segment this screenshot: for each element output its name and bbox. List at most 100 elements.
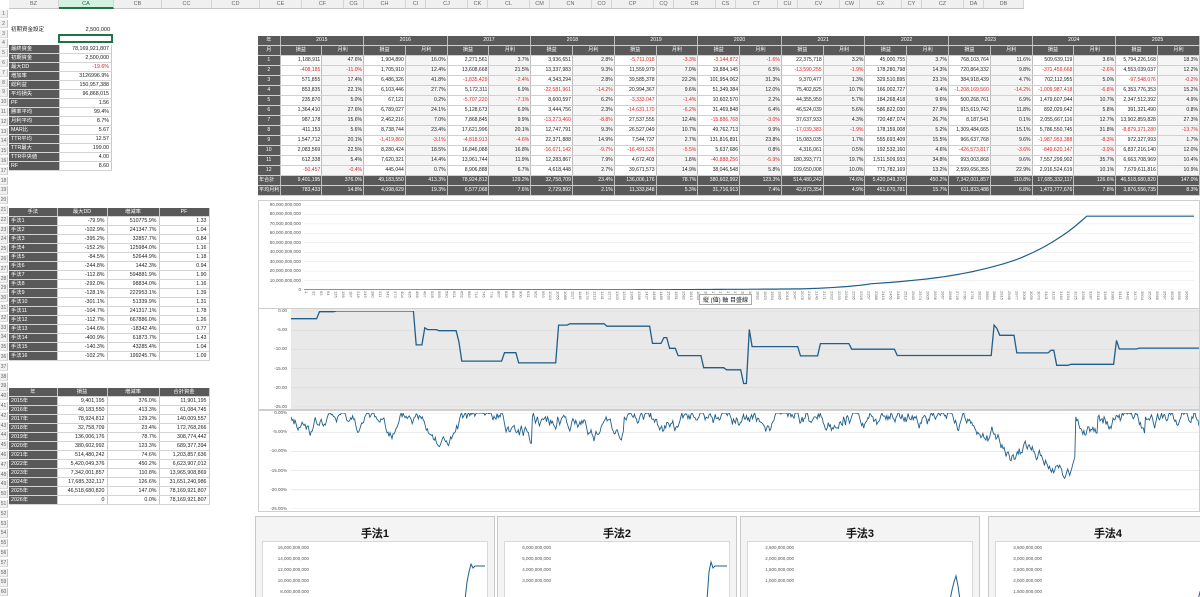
row-header[interactable]: 22 [0, 215, 8, 225]
row-header[interactable]: 34 [0, 333, 8, 342]
row-header[interactable]: 41 [0, 402, 8, 411]
initial-capital-input[interactable]: 2,500,000 [59, 26, 112, 34]
method-chart-pane[interactable]: 手法1 16,000,000,000 14,000,000,000 12,000,00… [255, 516, 495, 597]
row-header[interactable]: 16 [0, 157, 8, 166]
row-header[interactable]: 30 [0, 294, 8, 303]
row-header[interactable]: 47 [0, 460, 8, 470]
row-header[interactable]: 17 [0, 166, 8, 176]
row-header[interactable]: 54 [0, 529, 8, 538]
row-header[interactable]: 53 [0, 519, 8, 528]
column-header-cn[interactable]: CN [550, 0, 592, 9]
row-header[interactable]: 50 [0, 490, 8, 499]
row-header[interactable]: 1 [0, 10, 8, 19]
row-header[interactable]: 11 [0, 108, 8, 117]
column-header-cv[interactable]: CV [798, 0, 840, 9]
column-header-ck[interactable]: CK [468, 0, 488, 9]
row-header[interactable]: 14 [0, 137, 8, 146]
row-header[interactable]: 25 [0, 245, 8, 254]
column-header-cj[interactable]: CJ [426, 0, 468, 9]
column-header-ce[interactable]: CE [260, 0, 302, 9]
method-chart-pane[interactable]: 手法4 3,500,000,000 3,000,000,000 2,500,000,0… [988, 516, 1200, 597]
row-header[interactable]: 40 [0, 392, 8, 401]
row-header[interactable]: 32 [0, 313, 8, 323]
column-header-cq[interactable]: CQ [654, 0, 674, 9]
method-chart-plot: 3,500,000,000 3,000,000,000 2,500,000,000 2… [995, 541, 1200, 597]
column-header-cx[interactable]: CX [860, 0, 902, 9]
column-header-cw[interactable]: CW [840, 0, 860, 9]
column-header-cz[interactable]: CZ [922, 0, 964, 9]
column-header-cs[interactable]: CS [716, 0, 736, 9]
row-header[interactable]: 52 [0, 509, 8, 519]
row-header[interactable]: 4 [0, 39, 8, 48]
row-header[interactable]: 31 [0, 304, 8, 313]
column-header-bz[interactable]: BZ [9, 0, 59, 9]
row-header[interactable]: 56 [0, 549, 8, 558]
row-header[interactable]: 45 [0, 441, 8, 450]
row-header[interactable]: 9 [0, 88, 8, 97]
row-header[interactable]: 49 [0, 480, 8, 489]
row-header[interactable]: 28 [0, 274, 8, 283]
column-header-ci[interactable]: CI [406, 0, 426, 9]
row-header[interactable]: 5 [0, 49, 8, 58]
row-header[interactable]: 37 [0, 362, 8, 372]
row-header[interactable]: 38 [0, 372, 8, 381]
row-header[interactable]: 15 [0, 147, 8, 156]
column-header-cy[interactable]: CY [902, 0, 922, 9]
column-header-cb[interactable]: CB [114, 0, 162, 9]
row-header[interactable]: 33 [0, 323, 8, 332]
column-header-cg[interactable]: CG [344, 0, 364, 9]
row-header[interactable]: 23 [0, 225, 8, 234]
row-header[interactable]: 12 [0, 117, 8, 127]
column-header-cl[interactable]: CL [488, 0, 530, 9]
row-header[interactable]: 13 [0, 127, 8, 136]
row-header[interactable]: 51 [0, 500, 8, 509]
row-header[interactable]: 21 [0, 206, 8, 215]
equity-curve-chart[interactable]: 90,000,000,000 80,000,000,000 70,000,000,0… [258, 200, 1200, 310]
row-header[interactable]: 24 [0, 235, 8, 244]
row-header[interactable]: 35 [0, 343, 8, 352]
row-header[interactable]: 48 [0, 470, 8, 479]
column-header-cp[interactable]: CP [612, 0, 654, 9]
drawdown-chart[interactable]: 0.00 -5.00 -10.00 -15.00 -20.00 -25.00 [258, 308, 1200, 410]
row-header[interactable]: 60 [0, 588, 8, 597]
row-header[interactable]: 2 [0, 19, 8, 29]
row-header[interactable]: 3 [0, 29, 8, 38]
row-header[interactable]: 29 [0, 284, 8, 293]
row-header[interactable]: 10 [0, 98, 8, 107]
column-header-cc[interactable]: CC [162, 0, 212, 9]
column-header-cd[interactable]: CD [212, 0, 260, 9]
row-header[interactable]: 20 [0, 196, 8, 205]
row-header[interactable]: 55 [0, 539, 8, 548]
row-header[interactable]: 36 [0, 353, 8, 362]
active-cell-cursor[interactable] [58, 34, 113, 43]
method-chart-pane[interactable]: 手法3 2,500,000,000 2,000,000,000 1,500,000,0… [740, 516, 980, 597]
column-header-cm[interactable]: CM [530, 0, 550, 9]
column-header-db[interactable]: DB [984, 0, 1024, 9]
row-header[interactable]: 46 [0, 451, 8, 460]
row-header[interactable]: 58 [0, 568, 8, 577]
row-header[interactable]: 26 [0, 255, 8, 264]
equity-x-tick: 1055 [555, 291, 561, 300]
row-header[interactable]: 27 [0, 264, 8, 274]
method-chart-pane[interactable]: 手法2 6,000,000,000 5,000,000,000 4,000,000,0… [497, 516, 737, 597]
row-header[interactable]: 44 [0, 431, 8, 440]
column-header-da[interactable]: DA [964, 0, 984, 9]
column-header-cu[interactable]: CU [778, 0, 798, 9]
row-header[interactable]: 57 [0, 558, 8, 568]
row-header[interactable]: 39 [0, 382, 8, 391]
row-header[interactable]: 18 [0, 176, 8, 185]
column-header-ch[interactable]: CH [364, 0, 406, 9]
row-header[interactable]: 42 [0, 411, 8, 421]
column-header-cr[interactable]: CR [674, 0, 716, 9]
column-header-co[interactable]: CO [592, 0, 612, 9]
column-header-ct[interactable]: CT [736, 0, 778, 9]
column-header-cf[interactable]: CF [302, 0, 344, 9]
row-header[interactable]: 43 [0, 421, 8, 430]
row-header[interactable]: 19 [0, 186, 8, 195]
row-header[interactable]: 6 [0, 59, 8, 68]
row-header[interactable]: 59 [0, 578, 8, 587]
column-header-ca[interactable]: CA [59, 0, 114, 9]
row-header[interactable]: 8 [0, 78, 8, 87]
row-header[interactable]: 7 [0, 68, 8, 78]
drawdown-pct-chart[interactable]: 0.00% -5.00% -10.00% -15.00% -20.00% -25.00% [258, 410, 1200, 512]
